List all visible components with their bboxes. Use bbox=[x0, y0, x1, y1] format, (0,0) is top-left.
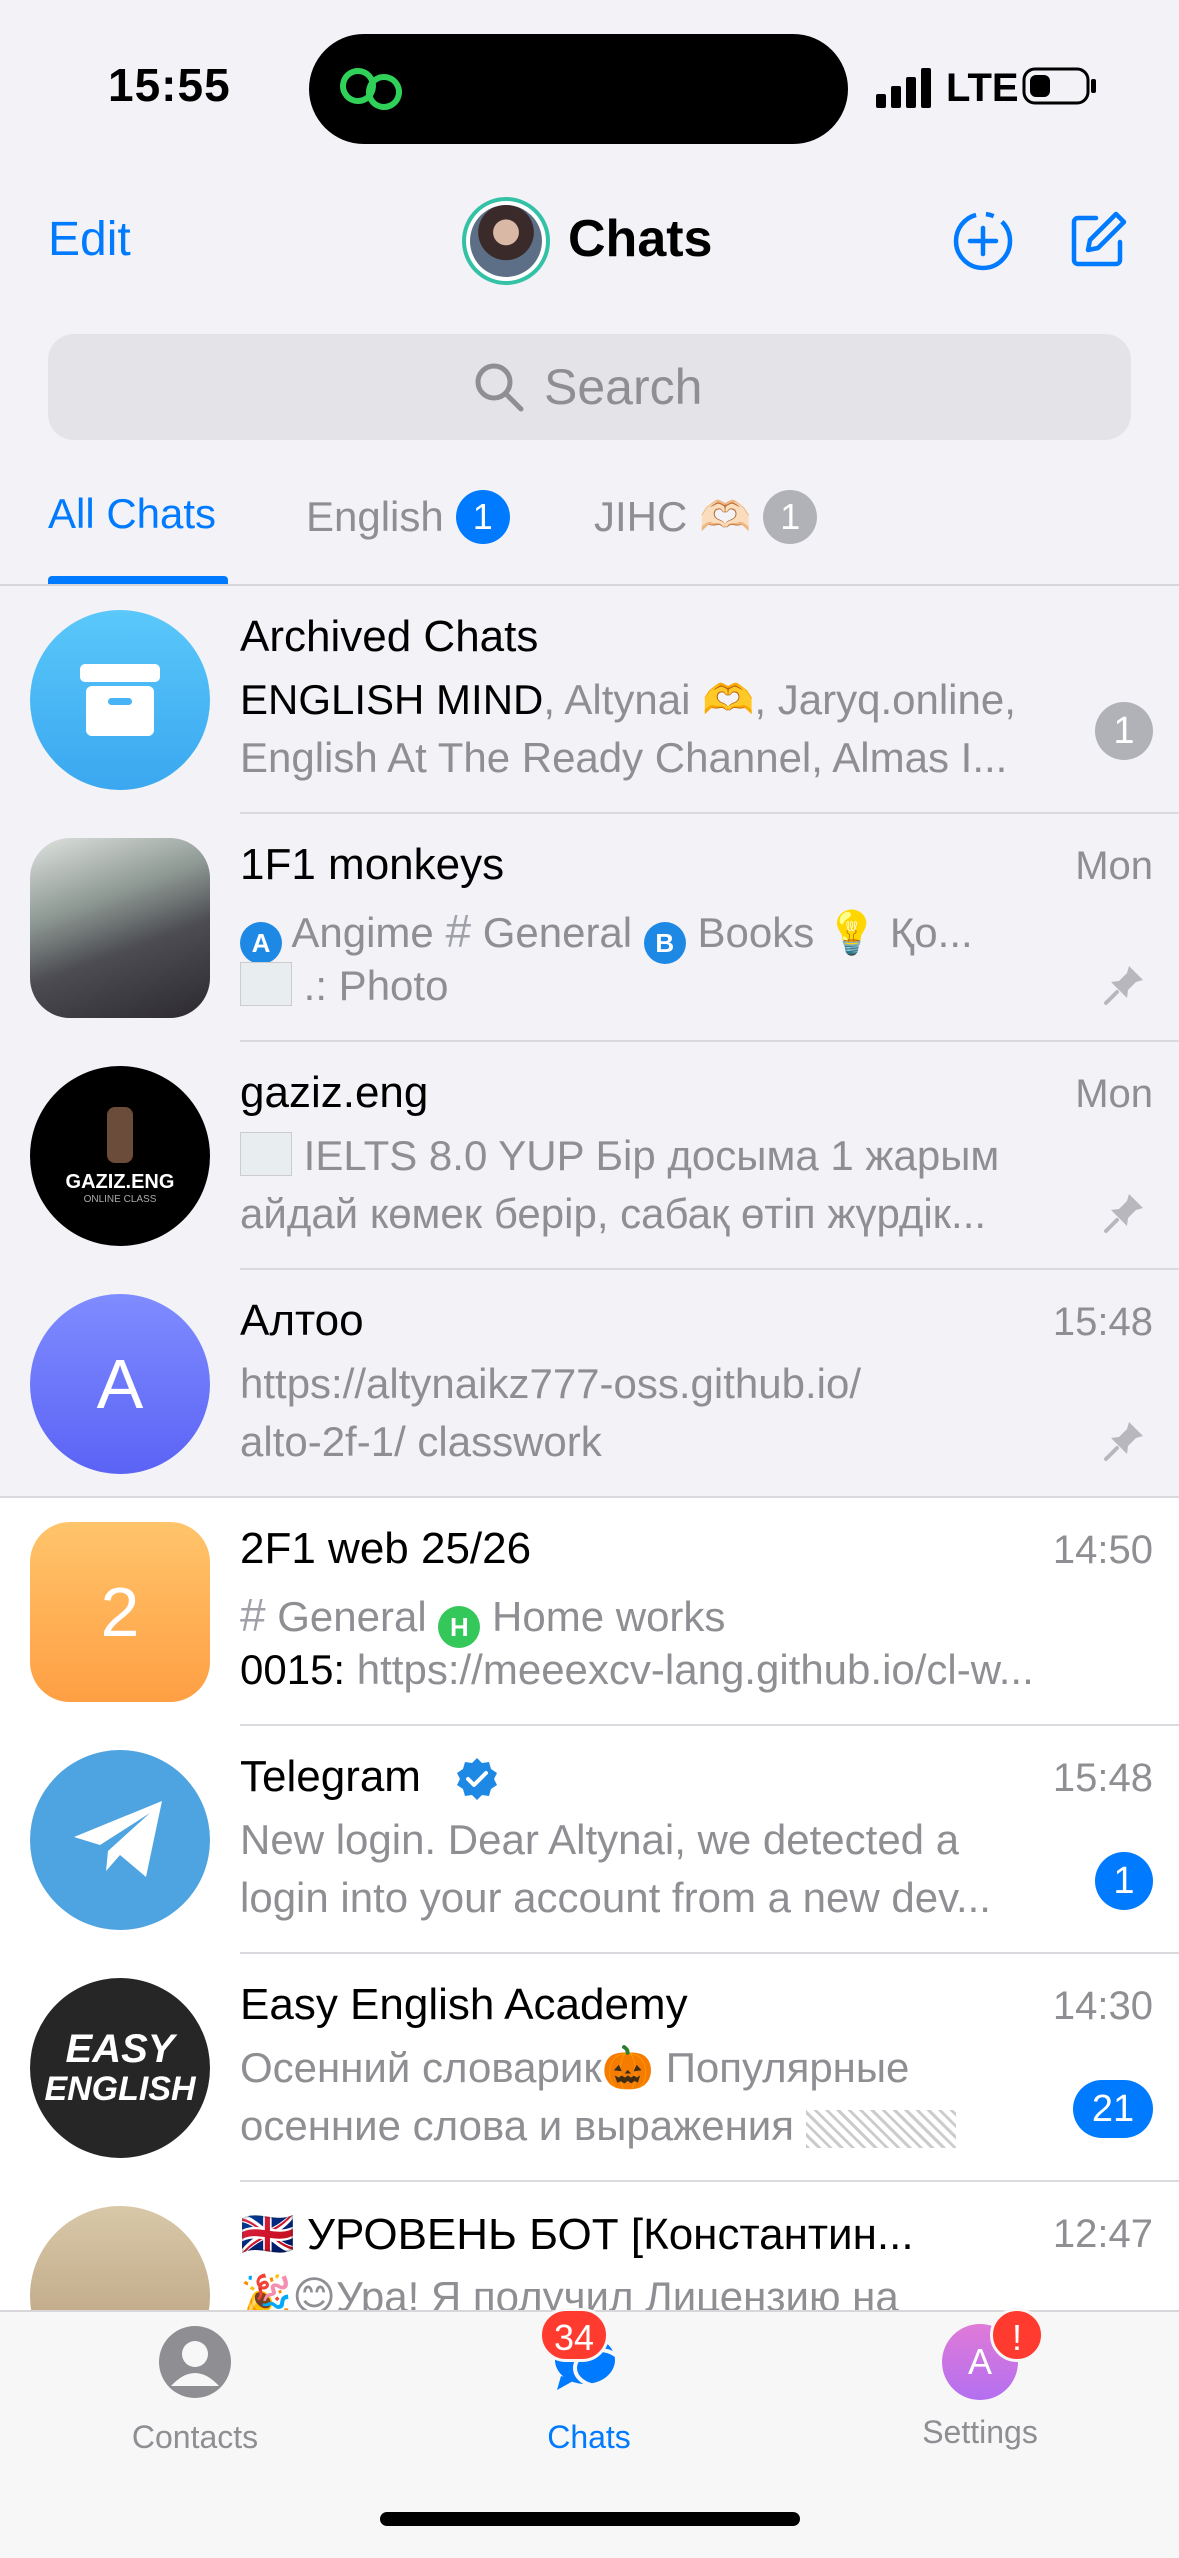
unread-badge: 21 bbox=[1073, 2080, 1153, 2138]
hashtag-icon: # bbox=[445, 905, 472, 957]
chat-row-telegram[interactable]: Telegram 15:48 New login. Dear Altynai, … bbox=[0, 1726, 1179, 1954]
chat-preview: login into your account from a new dev..… bbox=[240, 1874, 991, 1921]
chat-title: Archived Chats bbox=[240, 612, 539, 661]
spoiler-media bbox=[805, 2110, 956, 2148]
chat-title: 2F1 web 25/26 bbox=[240, 1524, 532, 1573]
topic-b-icon: B bbox=[643, 922, 686, 964]
topics-preview: A Angime # General B Books 💡 Қо... bbox=[240, 904, 973, 964]
chat-time: Mon bbox=[1075, 1072, 1153, 1116]
chat-row-gaziz-eng[interactable]: GAZIZ.ENG ONLINE CLASS gaziz.eng Mon IEL… bbox=[0, 1042, 1179, 1270]
gaziz-avatar: GAZIZ.ENG ONLINE CLASS bbox=[30, 1066, 210, 1246]
tab-english[interactable]: English 1 bbox=[306, 490, 510, 544]
active-tab-indicator bbox=[48, 576, 228, 584]
home-indicator bbox=[380, 2512, 800, 2526]
pin-icon bbox=[1104, 1422, 1143, 1461]
photo-thumbnail bbox=[240, 962, 292, 1006]
pin-icon bbox=[1104, 966, 1143, 1005]
topic-a-icon: A bbox=[240, 922, 282, 964]
telegram-avatar bbox=[30, 1750, 210, 1930]
chat-row-2f1-web[interactable]: 2 2F1 web 25/26 14:50 # General H Home w… bbox=[0, 1498, 1179, 1726]
topics-preview: # General H Home works bbox=[240, 1588, 725, 1648]
chat-time: 12:47 bbox=[1052, 2212, 1153, 2256]
link-activity-icon bbox=[340, 68, 402, 110]
archive-avatar bbox=[30, 610, 210, 790]
chat-preview: alto-2f-1/ classwork bbox=[240, 1418, 602, 1465]
chat-preview: ENGLISH MIND, Altynai 🫶, Jaryq.online, bbox=[240, 676, 1016, 723]
chat-title: Easy English Academy bbox=[240, 1980, 688, 2029]
search-icon bbox=[475, 363, 524, 412]
person-icon bbox=[159, 2326, 231, 2398]
avatar-text: GAZIZ.ENG bbox=[65, 1171, 175, 1193]
chat-title: gaziz.eng bbox=[240, 1068, 429, 1117]
tab-label: Settings bbox=[922, 2414, 1038, 2450]
chat-preview: 0015: https://meeexcv-lang.github.io/cl-… bbox=[240, 1646, 1034, 1693]
pin-icon bbox=[1104, 1194, 1143, 1233]
status-time: 15:55 bbox=[108, 59, 231, 111]
search-bar[interactable] bbox=[48, 334, 1131, 440]
chat-time: 14:50 bbox=[1052, 1528, 1153, 1572]
easy-english-avatar: EASY ENGLISH bbox=[30, 1978, 210, 2158]
chat-preview: .: Photo bbox=[240, 962, 448, 1010]
letter-avatar: 2 bbox=[30, 1522, 210, 1702]
tab-chats[interactable]: Chats 34 bbox=[489, 2308, 689, 2456]
chat-row-easy-english[interactable]: EASY ENGLISH Easy English Academy 14:30 … bbox=[0, 1954, 1179, 2182]
battery-icon bbox=[1022, 67, 1096, 105]
photo-thumbnail bbox=[240, 1132, 292, 1176]
network-type: LTE bbox=[946, 66, 1019, 110]
chat-preview: осенние слова и выражения bbox=[240, 2102, 956, 2150]
tab-settings[interactable]: A Settings ! bbox=[880, 2308, 1080, 2451]
chats-unread-badge: 34 bbox=[539, 2308, 610, 2362]
hashtag-icon: # bbox=[240, 1589, 266, 1641]
chat-row-altoo[interactable]: A Алтоо 15:48 https://altynaikz777-oss.g… bbox=[0, 1270, 1179, 1498]
tab-jihc[interactable]: JIHC 🫶🏻 1 bbox=[594, 490, 818, 544]
unread-badge: 1 bbox=[1095, 1852, 1153, 1910]
topic-h-icon: H bbox=[438, 1606, 481, 1648]
group-photo-avatar bbox=[30, 838, 210, 1018]
settings-alert-badge: ! bbox=[990, 2308, 1044, 2362]
compose-icon[interactable] bbox=[1066, 208, 1130, 272]
dynamic-island bbox=[309, 34, 848, 144]
archive-box-icon bbox=[80, 664, 160, 736]
person-illustration bbox=[107, 1107, 133, 1163]
story-avatar[interactable] bbox=[462, 197, 550, 285]
tab-badge: 1 bbox=[763, 490, 818, 544]
chat-time: Mon bbox=[1075, 844, 1153, 888]
tab-contacts[interactable]: Contacts bbox=[95, 2324, 295, 2456]
chat-time: 15:48 bbox=[1052, 1300, 1153, 1344]
chat-time: 14:30 bbox=[1052, 1984, 1153, 2028]
chat-preview: Осенний словарик🎃 Популярные bbox=[240, 2044, 910, 2091]
chat-row-archived[interactable]: Archived Chats ENGLISH MIND, Altynai 🫶, … bbox=[0, 586, 1179, 814]
page-title: Chats bbox=[568, 210, 713, 268]
new-story-plus-icon[interactable] bbox=[952, 210, 1014, 272]
chat-title: 🇬🇧 УРОВЕНЬ БОТ [Константин... bbox=[240, 2210, 914, 2259]
letter-avatar: A bbox=[30, 1294, 210, 1474]
avatar-subtext: ONLINE CLASS bbox=[83, 1194, 157, 1205]
chat-title: Алтоо bbox=[240, 1296, 364, 1345]
chat-preview: IELTS 8.0 YUP Бір досыма 1 жарым bbox=[240, 1132, 999, 1180]
chat-preview: https://altynaikz777-oss.github.io/ bbox=[240, 1360, 862, 1407]
chat-title: 1F1 monkeys bbox=[240, 840, 505, 889]
tab-label: Contacts bbox=[131, 2419, 259, 2455]
edit-button[interactable]: Edit bbox=[48, 212, 131, 267]
chat-time: 15:48 bbox=[1052, 1756, 1153, 1800]
tab-label: Chats bbox=[547, 2419, 631, 2455]
unread-badge: 1 bbox=[1095, 702, 1153, 760]
chat-preview: New login. Dear Altynai, we detected a bbox=[240, 1816, 960, 1863]
cellular-signal-icon bbox=[876, 68, 931, 108]
chat-title: Telegram bbox=[240, 1752, 421, 1801]
search-input[interactable] bbox=[544, 358, 864, 416]
tab-all-chats[interactable]: All Chats bbox=[48, 490, 216, 538]
chat-preview: English At The Ready Channel, Almas I... bbox=[240, 734, 1008, 781]
telegram-logo-icon bbox=[74, 1801, 162, 1877]
chat-row-1f1-monkeys[interactable]: 1F1 monkeys Mon A Angime # General B Boo… bbox=[0, 814, 1179, 1042]
chat-preview: айдай көмек берір, сабақ өтіп жүрдік... bbox=[240, 1190, 987, 1237]
verified-icon bbox=[457, 1758, 497, 1800]
tab-badge: 1 bbox=[455, 490, 510, 544]
